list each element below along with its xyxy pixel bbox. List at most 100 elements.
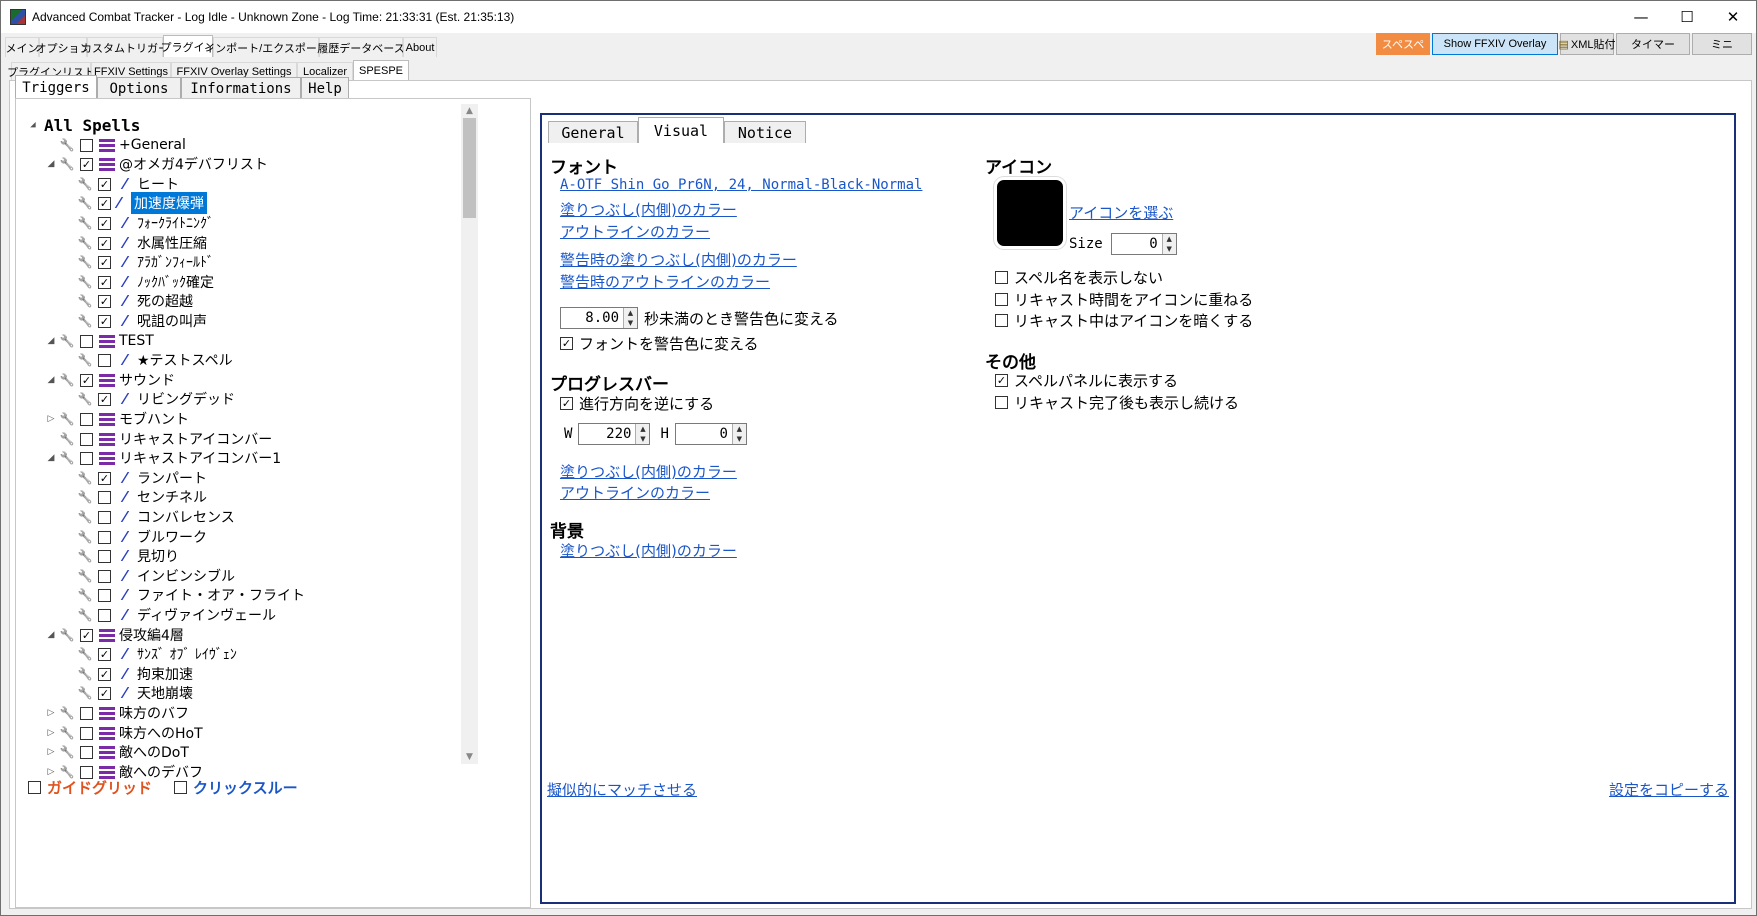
- wrench-icon[interactable]: 🔧: [76, 175, 94, 193]
- tree-item-checkbox[interactable]: [98, 608, 111, 622]
- font-warn-checkbox[interactable]: ✓: [560, 337, 573, 350]
- collapse-icon[interactable]: ◢: [44, 159, 58, 169]
- tab-general[interactable]: General: [548, 121, 638, 143]
- tree-item-checkbox[interactable]: [80, 334, 93, 348]
- wrench-icon[interactable]: 🔧: [76, 488, 94, 506]
- tree-item-checkbox[interactable]: [80, 138, 93, 152]
- tree-spell-item[interactable]: 🔧 ⁄ ★テストスペル: [62, 349, 233, 371]
- collapse-icon[interactable]: ◢: [26, 120, 40, 130]
- tree-spell-item[interactable]: 🔧 ✓ ⁄ ｱﾗｶﾞﾝﾌｨｰﾙﾄﾞ: [62, 251, 214, 273]
- tree-item-checkbox[interactable]: ✓: [98, 275, 111, 289]
- reverse-row[interactable]: ✓ 進行方向を逆にする: [560, 393, 714, 414]
- tab-triggers[interactable]: Triggers: [15, 75, 97, 99]
- expand-icon[interactable]: ▷: [44, 767, 58, 777]
- tree-item-checkbox[interactable]: ✓: [98, 216, 111, 230]
- scroll-down-icon[interactable]: ▼: [461, 750, 478, 764]
- font-link[interactable]: A-OTF Shin Go Pr6N, 24, Normal-Black-Nor…: [560, 177, 922, 193]
- font-warn-row[interactable]: ✓ フォントを警告色に変える: [560, 333, 759, 354]
- other-opt-row[interactable]: ✓ スペルパネルに表示する: [995, 370, 1178, 391]
- wrench-icon[interactable]: 🔧: [76, 547, 94, 565]
- expand-icon[interactable]: ▷: [44, 728, 58, 738]
- expand-icon[interactable]: ▷: [44, 414, 58, 424]
- tree-item-checkbox[interactable]: ✓: [98, 255, 111, 269]
- wrench-icon[interactable]: 🔧: [58, 704, 76, 722]
- spell-icon-preview[interactable]: [994, 177, 1066, 249]
- wrench-icon[interactable]: 🔧: [76, 606, 94, 624]
- wrench-icon[interactable]: 🔧: [58, 136, 76, 154]
- wrench-icon[interactable]: 🔧: [76, 508, 94, 526]
- icon-opt-row[interactable]: スペル名を表示しない: [995, 267, 1163, 288]
- copy-settings-link[interactable]: 設定をコピーする: [1609, 779, 1729, 800]
- tab-visual[interactable]: Visual: [638, 117, 724, 143]
- tree-item-checkbox[interactable]: [80, 432, 93, 446]
- font-fill-color-link[interactable]: 塗りつぶし(内側)のカラー: [560, 199, 737, 220]
- tree-item-checkbox[interactable]: ✓: [80, 157, 93, 171]
- background-fill-color-link[interactable]: 塗りつぶし(内側)のカラー: [560, 540, 737, 561]
- collapse-icon[interactable]: ◢: [44, 453, 58, 463]
- wrench-icon[interactable]: 🔧: [76, 312, 94, 330]
- tree-item-checkbox[interactable]: ✓: [98, 667, 111, 681]
- tree-item-checkbox[interactable]: [80, 412, 93, 426]
- tree-spell-item[interactable]: 🔧 ⁄ センチネル: [62, 486, 207, 508]
- tab-spespe[interactable]: SPESPE: [353, 60, 409, 80]
- overlay-recast-checkbox[interactable]: [995, 293, 1008, 306]
- wrench-icon[interactable]: 🔧: [76, 214, 94, 232]
- spespe-button[interactable]: スペスペ: [1376, 33, 1430, 55]
- wrench-icon[interactable]: 🔧: [76, 469, 94, 487]
- warn-outline-color-link[interactable]: 警告時のアウトラインのカラー: [560, 271, 770, 292]
- wrench-icon[interactable]: 🔧: [58, 743, 76, 761]
- tree-item-checkbox[interactable]: [98, 549, 111, 563]
- warn-seconds-spinner[interactable]: 8.00 ▲ ▼: [560, 307, 638, 329]
- tab-spespe-options[interactable]: Options: [97, 77, 181, 99]
- expand-icon[interactable]: ▷: [44, 747, 58, 757]
- tab-import-export[interactable]: インポート/エクスポート: [204, 37, 328, 57]
- spinner-arrows-icon[interactable]: ▲ ▼: [623, 308, 637, 328]
- tree-spell-item[interactable]: 🔧 ⁄ コンバレセンス: [62, 506, 235, 528]
- tree-spell-item[interactable]: 🔧 ✓ ⁄ 加速度爆弾: [62, 192, 207, 214]
- wrench-icon[interactable]: 🔧: [58, 155, 76, 173]
- tab-help[interactable]: Help: [301, 77, 349, 99]
- xml-paste-button[interactable]: ▤ XML貼付: [1558, 33, 1616, 55]
- wrench-icon[interactable]: 🔧: [76, 273, 94, 291]
- wrench-icon[interactable]: 🔧: [58, 332, 76, 350]
- tree-group-item[interactable]: ◢ 🔧 リキャストアイコンバー1: [44, 447, 282, 469]
- wrench-icon[interactable]: 🔧: [76, 253, 94, 271]
- mini-button[interactable]: ミニ: [1692, 33, 1752, 55]
- tree-spell-item[interactable]: 🔧 ✓ ⁄ 呪詛の叫声: [62, 310, 207, 332]
- spell-tree[interactable]: ◢ All Spells 🔧 +General ◢ 🔧 ✓ @オメガ4デバフリスト 🔧 ✓ ⁄ ヒ…: [26, 114, 522, 852]
- expand-icon[interactable]: ▷: [44, 708, 58, 718]
- collapse-icon[interactable]: ◢: [44, 375, 58, 385]
- show-overlay-button[interactable]: Show FFXIV Overlay: [1432, 33, 1558, 55]
- collapse-icon[interactable]: ◢: [44, 336, 58, 346]
- choose-icon-link[interactable]: アイコンを選ぶ: [1069, 202, 1173, 223]
- tree-spell-item[interactable]: 🔧 ⁄ ファイト・オア・フライト: [62, 584, 305, 606]
- font-outline-color-link[interactable]: アウトラインのカラー: [560, 221, 710, 242]
- tree-item-checkbox[interactable]: [98, 510, 111, 524]
- wrench-icon[interactable]: 🔧: [58, 430, 76, 448]
- tab-informations[interactable]: Informations: [181, 77, 301, 99]
- tab-options[interactable]: オプション: [36, 37, 91, 57]
- keep-showing-checkbox[interactable]: [995, 396, 1008, 409]
- tree-item-checkbox[interactable]: ✓: [80, 373, 93, 387]
- h-spinner-arrows-icon[interactable]: ▲ ▼: [731, 424, 746, 444]
- wrench-icon[interactable]: 🔧: [76, 194, 94, 212]
- icon-size-spinner[interactable]: 0 ▲ ▼: [1110, 233, 1177, 255]
- tab-history-db[interactable]: 履歴データベース: [317, 37, 405, 57]
- wrench-icon[interactable]: 🔧: [76, 351, 94, 369]
- guide-grid-label[interactable]: ガイドグリッド: [47, 777, 152, 798]
- tree-item-checkbox[interactable]: ✓: [98, 471, 111, 485]
- scroll-thumb[interactable]: [463, 118, 476, 218]
- tree-item-checkbox[interactable]: ✓: [98, 392, 111, 406]
- tree-item-checkbox[interactable]: [98, 569, 111, 583]
- other-opt-row[interactable]: リキャスト完了後も表示し続ける: [995, 392, 1239, 413]
- scroll-up-icon[interactable]: ▲: [461, 104, 478, 118]
- click-through-checkbox[interactable]: [174, 781, 188, 794]
- tree-spell-item[interactable]: 🔧 ⁄ ディヴァインヴェール: [62, 604, 277, 626]
- tree-item-checkbox[interactable]: ✓: [98, 647, 111, 661]
- icon-opt-row[interactable]: リキャスト中はアイコンを暗くする: [995, 310, 1253, 331]
- darken-icon-checkbox[interactable]: [995, 314, 1008, 327]
- bar-fill-color-link[interactable]: 塗りつぶし(内側)のカラー: [560, 461, 737, 482]
- tree-item-checkbox[interactable]: ✓: [80, 628, 93, 642]
- tree-item-checkbox[interactable]: ✓: [98, 314, 111, 328]
- wrench-icon[interactable]: 🔧: [76, 292, 94, 310]
